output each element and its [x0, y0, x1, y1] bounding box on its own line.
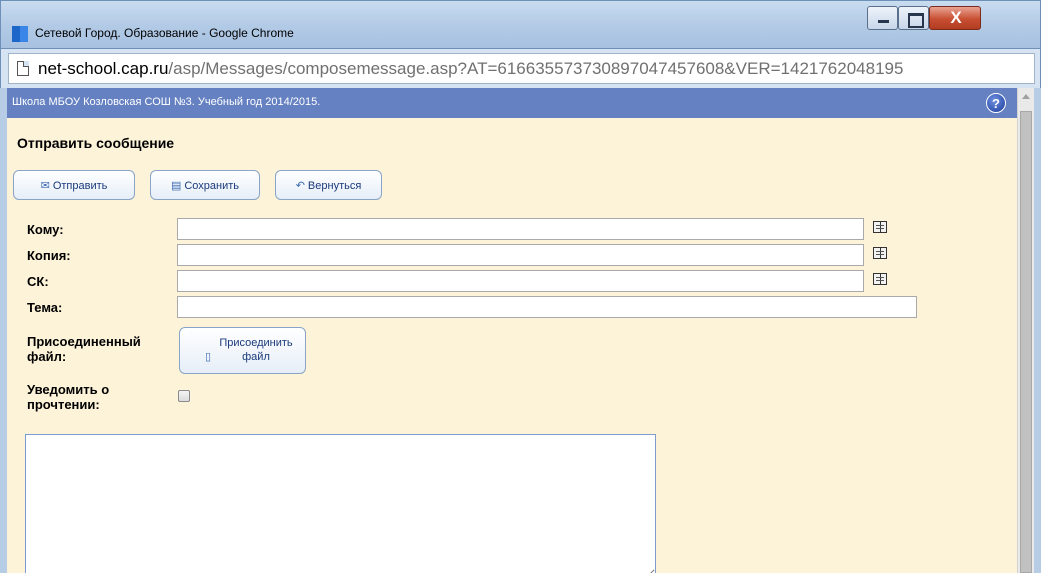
attachment-label-line1: Присоединенный [27, 334, 141, 349]
attach-file-label: Присоединить файл [206, 336, 306, 364]
bcc-field[interactable] [177, 270, 864, 292]
help-icon[interactable]: ? [986, 93, 1006, 113]
url-host: net-school.cap.ru [38, 59, 169, 78]
read-receipt-checkbox[interactable] [178, 390, 190, 402]
window-frame-right [1034, 88, 1041, 573]
back-button[interactable]: ↶ Вернуться [275, 170, 382, 200]
attach-file-label-line1: Присоединить [219, 337, 293, 349]
to-field[interactable] [177, 218, 864, 240]
scroll-up-icon[interactable] [1022, 94, 1030, 99]
copy-field[interactable] [177, 244, 864, 266]
read-receipt-label-line2: прочтении: [27, 397, 100, 412]
maximize-button[interactable] [898, 6, 929, 30]
subject-label: Тема: [27, 300, 63, 315]
attach-file-label-line2: файл [242, 351, 270, 363]
school-info-text: Школа МБОУ Козловская СОШ №3. Учебный го… [12, 96, 321, 108]
address-book-icon[interactable] [873, 273, 887, 285]
floppy-icon: ▤ [170, 180, 182, 192]
close-icon: X [950, 8, 962, 27]
url-path: /asp/Messages/composemessage.asp?AT=6166… [168, 59, 904, 78]
back-arrow-icon: ↶ [295, 180, 305, 192]
vertical-scrollbar[interactable] [1017, 88, 1034, 573]
save-button[interactable]: ▤ Сохранить [150, 170, 260, 200]
url-field[interactable]: net-school.cap.ru/asp/Messages/composeme… [8, 53, 1035, 84]
subject-field[interactable] [177, 296, 917, 318]
window-title: Сетевой Город. Образование - Google Chro… [35, 26, 294, 40]
app-icon [12, 26, 28, 42]
page-title: Отправить сообщение [17, 135, 175, 151]
send-button-label: Отправить [52, 180, 108, 192]
bcc-label: СК: [27, 274, 49, 289]
read-receipt-label: Уведомить о прочтении: [27, 382, 109, 412]
close-button[interactable]: X [929, 6, 981, 30]
title-bar: Сетевой Город. Образование - Google Chro… [0, 0, 1041, 49]
page-icon [17, 61, 29, 76]
scroll-thumb[interactable] [1020, 111, 1032, 573]
compose-message-page: Отправить сообщение ✉ Отправить ▤ Сохранит… [7, 118, 1017, 573]
address-bar: net-school.cap.ru/asp/Messages/composeme… [0, 49, 1041, 88]
url-text: net-school.cap.ru/asp/Messages/composeme… [38, 59, 903, 79]
message-body-textarea[interactable] [25, 434, 656, 573]
attachment-label-line2: файл: [27, 349, 67, 364]
attachment-label: Присоединенный файл: [27, 334, 141, 364]
back-button-label: Вернуться [307, 180, 362, 192]
copy-label: Копия: [27, 248, 71, 263]
window-frame-left [0, 88, 7, 573]
attach-file-button[interactable]: ▯ Присоединить файл [179, 327, 306, 374]
to-label: Кому: [27, 222, 64, 237]
save-button-label: Сохранить [184, 180, 240, 192]
envelope-icon: ✉ [40, 180, 50, 192]
read-receipt-label-line1: Уведомить о [27, 382, 110, 397]
address-book-icon[interactable] [873, 247, 887, 259]
address-book-icon[interactable] [873, 221, 887, 233]
school-info-bar: Школа МБОУ Козловская СОШ №3. Учебный го… [7, 88, 1017, 118]
send-button[interactable]: ✉ Отправить [13, 170, 135, 200]
minimize-button[interactable] [867, 6, 898, 30]
browser-window: Сетевой Город. Образование - Google Chro… [0, 0, 1041, 573]
